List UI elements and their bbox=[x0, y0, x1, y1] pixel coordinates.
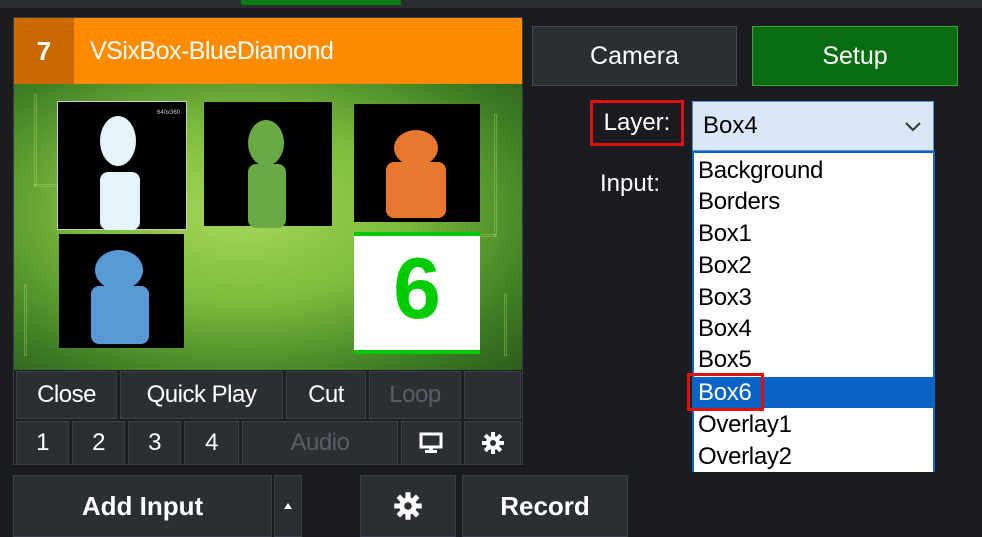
silhouette-head bbox=[100, 116, 136, 166]
layer-option-overlay2[interactable]: Overlay2 bbox=[698, 441, 792, 472]
top-strip bbox=[0, 0, 982, 8]
blank-button[interactable] bbox=[464, 371, 521, 419]
box6-preview: 6 bbox=[354, 232, 480, 354]
resolution-label: 640x360 bbox=[156, 110, 180, 116]
layer-label: Layer: bbox=[590, 100, 684, 146]
box1-preview: 640x360 bbox=[57, 101, 187, 230]
box2-preview bbox=[204, 102, 332, 228]
box4-preview bbox=[59, 234, 184, 348]
layer-select-value: Box4 bbox=[703, 112, 758, 139]
quick-play-button[interactable]: Quick Play bbox=[120, 371, 283, 419]
silhouette-torso bbox=[248, 164, 286, 228]
layer-option-box2[interactable]: Box2 bbox=[698, 250, 752, 281]
layer-option-box3[interactable]: Box3 bbox=[698, 282, 752, 313]
record-button[interactable]: Record bbox=[462, 475, 628, 537]
bus-3-button[interactable]: 3 bbox=[128, 421, 181, 465]
silhouette-torso bbox=[91, 286, 149, 344]
circuit-line bbox=[494, 114, 497, 236]
layer-option-box5[interactable]: Box5 bbox=[698, 344, 752, 375]
audio-button[interactable]: Audio bbox=[242, 421, 398, 465]
bus-1-button[interactable]: 1 bbox=[16, 421, 69, 465]
silhouette-head bbox=[248, 120, 284, 166]
input-number: 7 bbox=[14, 18, 74, 84]
cut-button[interactable]: Cut bbox=[286, 371, 366, 419]
box3-preview bbox=[354, 104, 480, 222]
input-preview[interactable]: 640x360 6 bbox=[14, 84, 522, 370]
silhouette-torso bbox=[386, 162, 446, 218]
circuit-line bbox=[34, 94, 37, 186]
camera-button[interactable]: Camera bbox=[532, 26, 737, 86]
gear-icon bbox=[394, 492, 422, 520]
bus-2-button[interactable]: 2 bbox=[72, 421, 125, 465]
monitor-icon bbox=[419, 432, 443, 453]
layer-option-overlay1[interactable]: Overlay1 bbox=[698, 409, 792, 440]
input-label: Input: bbox=[600, 170, 661, 197]
caret-up-icon bbox=[284, 503, 292, 509]
settings-button[interactable] bbox=[464, 421, 521, 465]
loop-button[interactable]: Loop bbox=[369, 371, 461, 419]
monitor-button[interactable] bbox=[401, 421, 461, 465]
box6-highlight-annotation bbox=[687, 373, 764, 411]
circuit-line bbox=[504, 294, 507, 356]
circuit-line bbox=[24, 284, 27, 356]
layer-option-box1[interactable]: Box1 bbox=[698, 218, 752, 249]
setup-button[interactable]: Setup bbox=[752, 26, 958, 86]
silhouette-torso bbox=[100, 172, 140, 230]
silhouette-head bbox=[95, 250, 143, 290]
add-input-menu-button[interactable] bbox=[274, 475, 302, 537]
close-button[interactable]: Close bbox=[16, 371, 117, 419]
silhouette-head bbox=[394, 130, 438, 166]
input-title: VSixBox-BlueDiamond bbox=[90, 36, 334, 65]
add-input-button[interactable]: Add Input bbox=[13, 475, 272, 537]
settings-main-button[interactable] bbox=[360, 475, 456, 537]
layer-option-borders[interactable]: Borders bbox=[698, 186, 780, 217]
chevron-down-icon[interactable] bbox=[898, 112, 928, 142]
gear-icon bbox=[481, 432, 504, 454]
layer-dropdown-list: Background Borders Box1 Box2 Box3 Box4 B… bbox=[692, 151, 935, 474]
layer-option-background[interactable]: Background bbox=[698, 155, 823, 186]
layer-option-box4[interactable]: Box4 bbox=[698, 313, 752, 344]
bus-4-button[interactable]: 4 bbox=[184, 421, 239, 465]
top-active-tab-indicator bbox=[241, 0, 401, 5]
box6-number: 6 bbox=[393, 240, 441, 337]
